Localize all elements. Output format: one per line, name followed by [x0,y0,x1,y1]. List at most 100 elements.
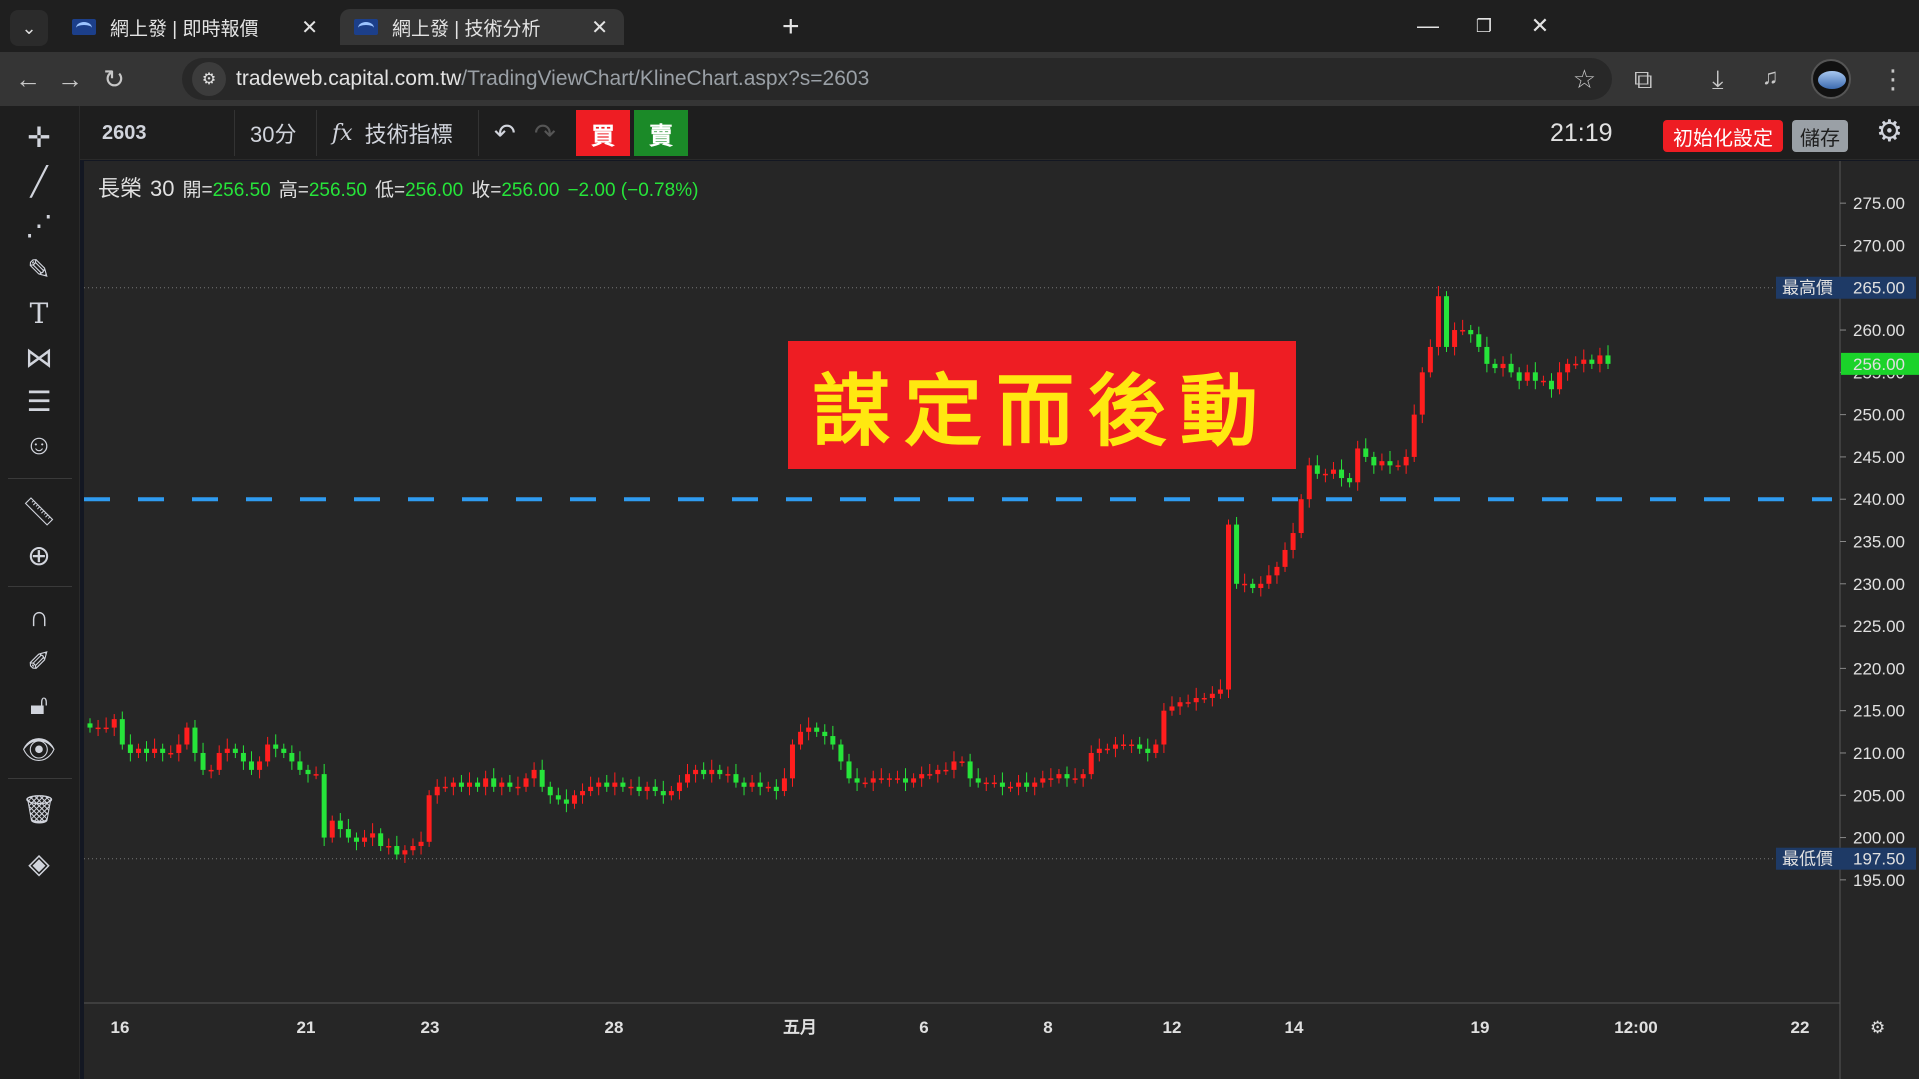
candle-body [935,769,941,775]
download-icon[interactable]: ⤓ [1712,64,1724,96]
unlock-icon[interactable]: 🔓︎ [16,684,62,726]
candle-body [846,761,852,779]
candle-body [701,769,707,775]
candle-body [862,782,868,785]
candle-body [1589,359,1595,364]
close-icon[interactable]: ✕ [301,15,318,40]
back-button[interactable]: ← [10,62,46,96]
new-tab-button[interactable]: + [782,10,800,44]
address-bar[interactable]: ⚙ tradeweb.capital.com.tw/TradingViewCha… [182,58,1612,100]
save-button[interactable]: 儲存 [1792,120,1848,152]
candle-body [475,782,481,787]
extensions-icon[interactable]: ⧉ [1634,64,1653,96]
sell-button[interactable]: 賣 [634,110,688,156]
tab-title: 網上發 | 技術分析 [392,18,541,40]
gear-icon[interactable]: ⚙ [1876,114,1903,149]
candle-body [1226,524,1231,690]
undo-button[interactable]: ↶ [494,106,516,160]
candle-body [410,846,416,851]
minimize-button[interactable]: — [1398,8,1458,44]
candle-body [838,744,844,762]
candle-body [1395,465,1401,467]
candle-body [386,846,392,848]
reload-button[interactable]: ↻ [96,62,132,96]
candle-body [257,761,263,770]
low-price-value: 197.50 [1853,850,1905,869]
y-tick-label: 245.00 [1853,448,1905,467]
browser-tab-quote[interactable]: 網上發 | 即時報價 ✕ [58,9,334,45]
bookmark-star-icon[interactable]: ☆ [1573,64,1596,95]
candle-body [1468,330,1474,335]
arrow-left-icon: ← [15,63,41,94]
y-tick-label: 260.00 [1853,321,1905,340]
forward-button[interactable]: → [52,62,88,96]
y-tick-label: 195.00 [1853,871,1905,890]
candle-body [1605,355,1611,364]
candle-body [830,736,836,745]
candle-body [1508,363,1514,373]
ruler-icon[interactable]: 📏︎ [16,490,62,532]
candle-body [596,782,602,787]
menu-dots-icon[interactable]: ⋮ [1880,64,1906,95]
y-tick-label: 250.00 [1853,406,1905,425]
candle-body [1363,448,1369,457]
zoom-in-icon[interactable]: ⊕ [16,534,62,576]
eye-icon[interactable]: 👁︎ [16,728,62,770]
interval-select[interactable]: 30分 [250,106,296,160]
buy-button[interactable]: 買 [576,110,630,156]
media-control-icon[interactable]: ♫ [1762,64,1779,90]
prediction-tool-icon[interactable]: ☰ [16,380,62,422]
url-text[interactable]: tradeweb.capital.com.tw/TradingViewChart… [236,67,869,91]
chart-area[interactable]: 275.00270.00265.00260.00255.00250.00245.… [84,161,1919,1079]
candle-body [232,748,238,753]
candle-body [168,752,174,755]
candle-body [111,719,117,728]
layers-icon[interactable]: ◈ [16,842,62,884]
close-window-button[interactable]: ✕ [1510,8,1570,44]
candle-body [1330,469,1336,474]
close-icon[interactable]: ✕ [591,15,608,40]
fib-tool-icon[interactable]: ⋰ [16,204,62,246]
candle-body [1032,782,1038,787]
pattern-tool-icon[interactable]: ⋈ [16,336,62,378]
candle-body [555,795,561,800]
reset-settings-button[interactable]: 初始化設定 [1663,120,1783,152]
candle-body [1290,533,1296,550]
profile-avatar[interactable] [1811,59,1851,99]
candle-body [402,850,408,855]
clock: 21:19 [1550,118,1613,147]
candle-body [1532,372,1538,381]
candle-body [1129,744,1135,747]
candlestick-chart[interactable]: 275.00270.00265.00260.00255.00250.00245.… [84,161,1919,1079]
candle-body [870,778,876,783]
candle-body [152,748,158,753]
axis-settings-icon: ⚙ [1870,1018,1885,1037]
brush-icon[interactable]: ✎ [16,248,62,290]
browser-tab-technical[interactable]: 網上發 | 技術分析 ✕ [340,9,624,45]
text-tool-icon[interactable]: T [16,292,62,334]
candle-body [773,786,779,792]
chart-background [84,161,1919,1079]
candle-body [1040,778,1046,783]
emoji-icon[interactable]: ☺ [16,424,62,466]
tab-search-button[interactable]: ⌄ [10,10,48,46]
trend-line-icon[interactable]: ╱ [16,160,62,202]
indicators-button[interactable]: fx 技術指標 [332,106,453,160]
candle-body [1476,334,1482,347]
x-tick-label: 12:00 [1614,1018,1657,1037]
site-info-icon[interactable]: ⚙ [192,62,226,96]
crosshair-icon[interactable]: ✛ [16,116,62,158]
restore-button[interactable]: ❐ [1454,8,1514,44]
candle-body [1250,583,1256,589]
candle-body [1573,363,1579,366]
symbol-search[interactable]: 2603 [102,106,147,160]
lock-drawing-icon[interactable]: ✐ [16,640,62,682]
redo-button[interactable]: ↷ [534,106,556,160]
candle-body [1282,549,1288,567]
y-tick-label: 205.00 [1853,786,1905,805]
candle-body [927,774,933,776]
magnet-icon[interactable]: ∩ [16,596,62,638]
candle-body [854,778,860,783]
candle-body [184,727,190,745]
trash-icon[interactable]: 🗑︎ [16,788,62,830]
